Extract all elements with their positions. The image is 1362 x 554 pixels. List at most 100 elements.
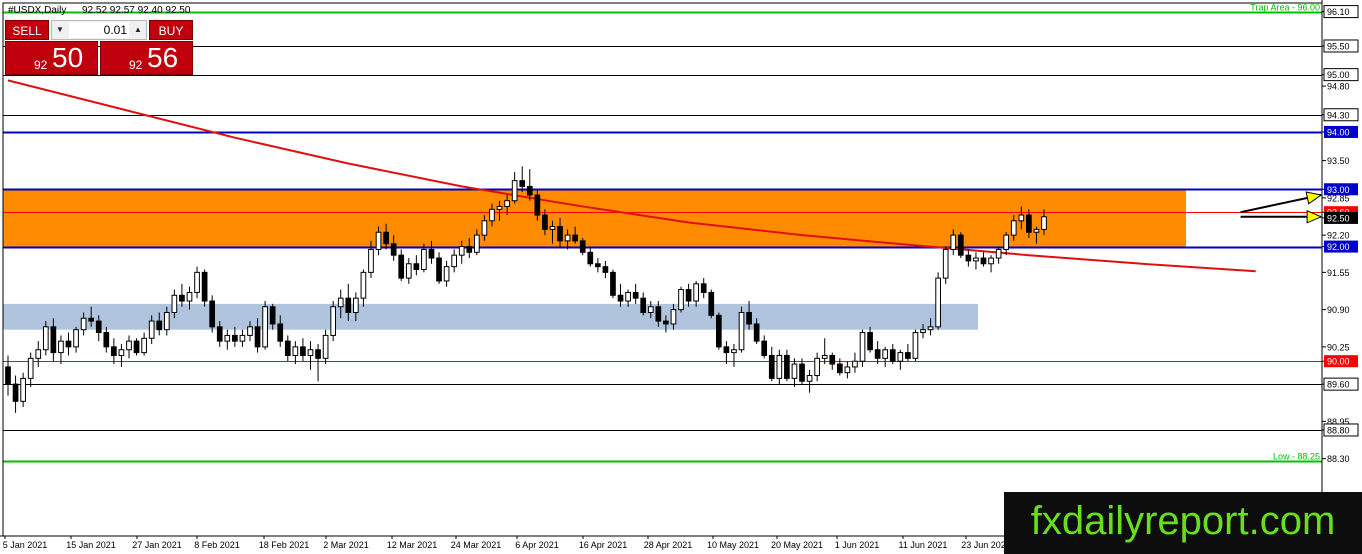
candle-bearish [905, 352, 911, 359]
candle-bearish [383, 231, 389, 245]
candle-bullish [307, 349, 314, 356]
candle-bullish [738, 311, 745, 351]
lot-decrease-icon[interactable]: ▼ [53, 22, 67, 38]
candle-bearish [723, 346, 730, 354]
x-tick-label: 18 Feb 2021 [259, 540, 310, 550]
candle-bearish [640, 297, 647, 313]
candle-bearish [761, 340, 768, 356]
candle-bullish [451, 254, 458, 268]
candle-bearish [602, 266, 609, 273]
projection-arrow-head [1305, 191, 1323, 205]
y-tick-label: 90.90 [1327, 305, 1350, 315]
sell-price-major: 92 [34, 58, 48, 72]
lot-increase-icon[interactable]: ▲ [131, 22, 145, 38]
candle-bearish [572, 234, 578, 242]
candle-bearish [889, 349, 896, 362]
candle-bullish [678, 289, 684, 311]
y-tick-label: 94.80 [1327, 82, 1350, 92]
candle-bearish [768, 354, 775, 379]
candle-bullish [118, 349, 125, 356]
buy-price-major: 92 [129, 58, 143, 72]
candle-bullish [489, 208, 495, 222]
candle-bearish [579, 240, 586, 253]
candle-bearish [746, 311, 752, 325]
candle-bearish [156, 320, 163, 331]
candle-bullish [1041, 216, 1047, 230]
candle-bearish [542, 214, 548, 230]
candle-bullish [443, 266, 450, 282]
candle-bearish [1026, 214, 1032, 233]
zone-layer [3, 189, 1186, 330]
candle-bullish [247, 326, 253, 336]
candle-bullish [821, 354, 828, 359]
y-tick-label: 89.60 [1327, 380, 1350, 390]
x-tick-label: 1 Jun 2021 [835, 540, 880, 550]
candle-bullish [942, 248, 949, 279]
candle-bullish [405, 263, 412, 279]
buy-price-button[interactable]: 92 56 [100, 41, 193, 75]
candle-bullish [806, 375, 813, 382]
candle-bullish [920, 329, 926, 334]
candle-bullish [776, 354, 783, 379]
candle-bullish [141, 337, 147, 354]
candle-bearish [209, 300, 216, 328]
candle-bullish [458, 246, 465, 256]
candle-bearish [663, 320, 669, 325]
candle-bullish [814, 357, 820, 377]
candle-bullish [126, 340, 132, 351]
candle-bullish [337, 297, 344, 308]
candle-bullish [58, 340, 64, 354]
candle-bearish [201, 271, 208, 302]
candle-bullish [481, 220, 488, 236]
sell-button[interactable]: SELL [5, 20, 49, 40]
candle-bullish [80, 317, 87, 331]
y-tick-label: 94.00 [1327, 127, 1350, 137]
candle-bullish [504, 200, 510, 207]
candle-bullish [791, 363, 798, 379]
candle-bullish [731, 349, 737, 354]
candle-bullish [927, 326, 934, 331]
candle-bullish [882, 349, 889, 359]
candle-bearish [50, 326, 57, 354]
y-tick-label: 92.20 [1327, 231, 1350, 241]
candle-bullish [35, 349, 42, 359]
candle-bullish [292, 346, 299, 356]
candle-bullish [973, 257, 979, 262]
sell-price-button[interactable]: 92 50 [5, 41, 98, 75]
candle-bearish [632, 291, 639, 299]
candle-bearish [594, 263, 601, 268]
candle-bullish [995, 248, 1002, 259]
watermark-banner: fxdailyreport.com [1004, 492, 1362, 554]
candle-bearish [700, 283, 707, 293]
y-tick-label: 95.00 [1327, 70, 1350, 80]
y-tick-label: 96.10 [1327, 7, 1350, 17]
candle-bullish [1033, 228, 1040, 233]
chart-symbol-label: #USDX,Daily [8, 5, 66, 16]
y-tick-label: 90.25 [1327, 342, 1350, 352]
candle-bullish [511, 180, 518, 202]
y-tick-label: 93.50 [1327, 156, 1350, 166]
arrows-layer [1240, 191, 1323, 224]
lot-size-input[interactable] [69, 22, 129, 38]
candle-bearish [345, 297, 352, 313]
candle-bullish [262, 306, 268, 348]
candle-bearish [179, 294, 185, 302]
buy-button[interactable]: BUY [149, 20, 193, 40]
candle-bullish [330, 306, 337, 336]
candle-bearish [836, 363, 843, 374]
y-tick-label: 91.55 [1327, 268, 1350, 278]
candle-bearish [95, 320, 102, 334]
x-tick-label: 16 Apr 2021 [579, 540, 628, 550]
buy-price-minor: 56 [147, 42, 179, 73]
candle-bearish [428, 248, 435, 259]
candle-bearish [655, 306, 662, 322]
candle-bearish [965, 254, 972, 262]
candle-bullish [171, 294, 178, 313]
candle-bullish [1018, 214, 1025, 222]
y-tick-label: 88.80 [1327, 425, 1350, 435]
candle-bearish [216, 326, 223, 342]
candle-bearish [799, 363, 805, 382]
chart-ohlc-label: 92.52 92.57 92.40 92.50 [82, 5, 191, 16]
candle-bearish [12, 383, 19, 402]
price-chart[interactable]: Trap Area - 96.00 Low - 88.25 96.10 95.50 9… [0, 0, 1362, 554]
